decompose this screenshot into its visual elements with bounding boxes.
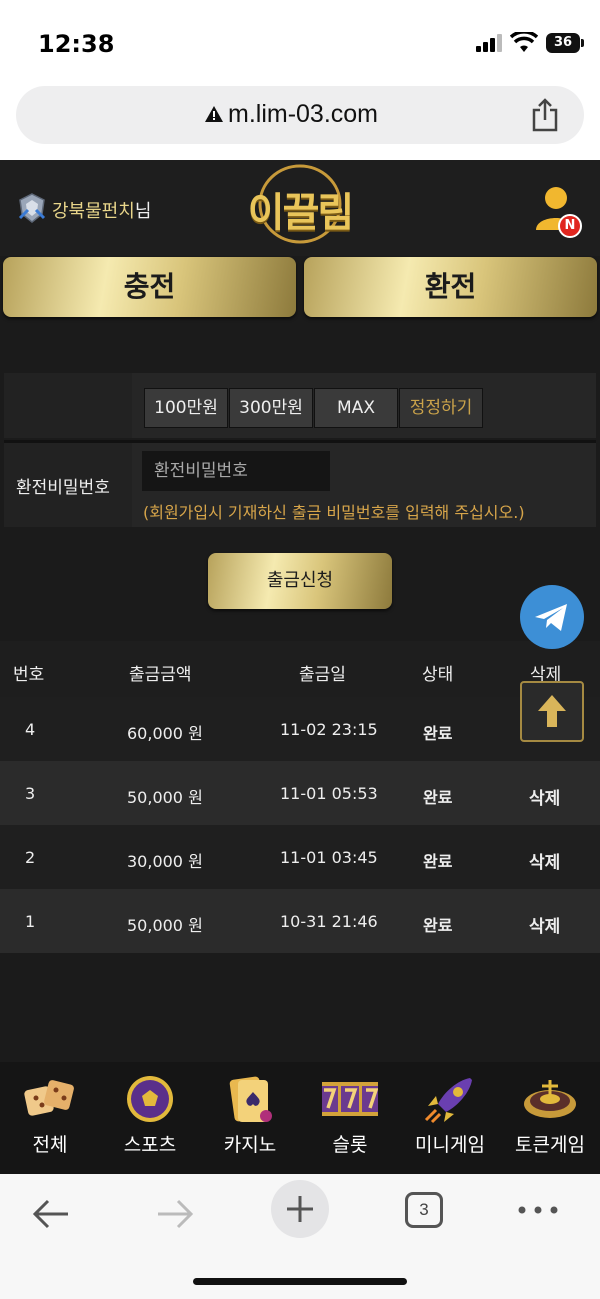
row-delete-button[interactable]: 삭제 (529, 912, 560, 937)
row-date: 11-01 03:45 (280, 848, 378, 867)
row-amount: 50,000 원 (127, 916, 203, 935)
amount-label-cell (4, 373, 132, 438)
nav-label: 미니게임 (415, 1134, 485, 1156)
wifi-icon (510, 32, 538, 52)
row-delete-button[interactable]: 삭제 (529, 848, 560, 873)
back-arrow-icon[interactable] (30, 1194, 72, 1234)
nav-item-all[interactable]: 전체 (0, 1062, 100, 1174)
amount-row: 100만원 300만원 MAX 정정하기 (4, 373, 596, 438)
row-status: 완료 (423, 724, 453, 743)
telegram-button[interactable] (520, 585, 584, 649)
row-amount: 60,000 원 (127, 724, 203, 743)
row-status: 완료 (423, 852, 453, 871)
row-delete-button[interactable]: 삭제 (529, 784, 560, 809)
withdraw-request-button[interactable]: 출금신청 (208, 553, 392, 609)
nav-label: 슬롯 (332, 1134, 368, 1156)
header-date: 출금일 (299, 665, 346, 685)
table-row: 4 60,000 원 11-02 23:15 완료 (0, 697, 600, 761)
row-amount: 30,000 원 (127, 852, 203, 871)
signal-icon (476, 34, 502, 52)
more-options-icon[interactable] (516, 1202, 560, 1218)
logo-text: 이끌림 (247, 190, 354, 236)
telegram-icon (535, 604, 567, 631)
nav-item-minigame[interactable]: 미니게임 (400, 1062, 500, 1174)
battery-indicator: 36 (546, 33, 584, 53)
password-label-cell: 환전비밀번호 (4, 443, 132, 527)
username-text: 강북물펀치 (52, 201, 135, 222)
header-no: 번호 (13, 665, 45, 685)
new-tab-button[interactable] (271, 1180, 329, 1238)
row-date: 11-02 23:15 (280, 720, 378, 739)
warning-icon (205, 106, 223, 122)
site-header: 강북물펀치님 이끌림 N (0, 160, 600, 256)
nav-item-slot[interactable]: 슬롯 (300, 1062, 400, 1174)
row-no: 1 (25, 912, 36, 931)
password-note: (회원가입시 기재하신 출금 비밀번호를 입력해 주십시오.) (143, 503, 525, 522)
amount-300-button[interactable]: 300만원 (229, 388, 313, 428)
site-content: 강북물펀치님 이끌림 N 충전 환전 100만원 300만원 MAX 정정하기 … (0, 160, 600, 1174)
header-amount: 출금금액 (129, 665, 192, 685)
status-time: 12:38 (38, 30, 115, 58)
scroll-top-button[interactable] (520, 681, 584, 742)
amount-100-button[interactable]: 100만원 (144, 388, 228, 428)
nav-label: 스포츠 (123, 1134, 177, 1156)
nav-item-token-game[interactable]: 토큰게임 (500, 1062, 600, 1174)
row-no: 4 (25, 720, 36, 739)
browser-toolbar: 3 (0, 1174, 600, 1299)
slot-777-icon (322, 1082, 378, 1116)
row-no: 2 (25, 848, 36, 867)
username-suffix: 님 (134, 201, 152, 222)
rank-badge-icon (18, 193, 46, 223)
header-status: 상태 (422, 665, 454, 685)
playing-cards-icon (229, 1076, 272, 1122)
tab-exchange[interactable]: 환전 (304, 257, 597, 317)
row-no: 3 (25, 784, 36, 803)
address-bar[interactable]: m.lim-03.com (16, 86, 584, 144)
amount-max-button[interactable]: MAX (314, 388, 398, 428)
url-text[interactable]: m.lim-03.com (228, 100, 378, 129)
username: 강북물펀치님 (52, 197, 151, 223)
dice-icon (24, 1080, 74, 1116)
tab-switcher-button[interactable]: 3 (405, 1192, 443, 1228)
share-icon[interactable] (530, 98, 560, 132)
nav-label: 카지노 (223, 1134, 277, 1156)
row-amount: 50,000 원 (127, 788, 203, 807)
tab-charge[interactable]: 충전 (3, 257, 296, 317)
status-bar: 12:38 36 (0, 0, 600, 86)
nav-item-sports[interactable]: 스포츠 (100, 1062, 200, 1174)
arrow-up-icon (538, 695, 566, 727)
password-row: 환전비밀번호 (회원가입시 기재하신 출금 비밀번호를 입력해 주십시오.) (4, 443, 596, 527)
forward-arrow-icon[interactable] (154, 1194, 196, 1234)
notification-badge: N (558, 214, 582, 238)
bottom-nav: 전체 스포츠 카지노 슬롯 미니게임 토큰게임 (0, 1062, 600, 1174)
row-date: 10-31 21:46 (280, 912, 378, 931)
row-date: 11-01 05:53 (280, 784, 378, 803)
row-status: 완료 (423, 916, 453, 935)
table-row: 2 30,000 원 11-01 03:45 완료 삭제 (0, 825, 600, 889)
row-status: 완료 (423, 788, 453, 807)
nav-label: 토큰게임 (515, 1134, 585, 1156)
nav-label: 전체 (32, 1134, 68, 1156)
site-logo[interactable]: 이끌림 (240, 162, 360, 246)
password-input[interactable] (142, 451, 330, 491)
home-indicator (193, 1278, 407, 1285)
nav-item-casino[interactable]: 카지노 (200, 1062, 300, 1174)
table-header: 번호 출금금액 출금일 상태 삭제 (0, 641, 600, 697)
roulette-icon (524, 1080, 576, 1118)
plus-icon (287, 1196, 313, 1222)
table-row: 1 50,000 원 10-31 21:46 완료 삭제 (0, 889, 600, 953)
password-label: 환전비밀번호 (16, 478, 110, 498)
soccer-ball-icon (127, 1076, 173, 1122)
reset-button[interactable]: 정정하기 (399, 388, 483, 428)
rocket-icon (424, 1078, 472, 1124)
table-row: 3 50,000 원 11-01 05:53 완료 삭제 (0, 761, 600, 825)
